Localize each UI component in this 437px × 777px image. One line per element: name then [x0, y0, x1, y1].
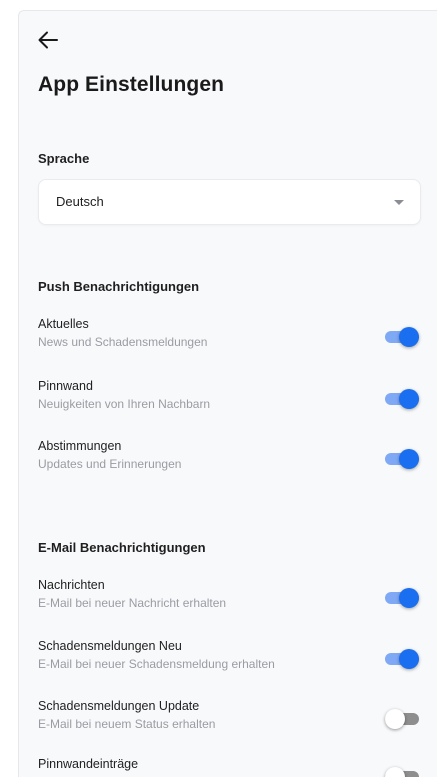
setting-title: Pinnwand: [38, 379, 93, 393]
setting-title: Aktuelles: [38, 317, 89, 331]
language-select-value: Deutsch: [56, 194, 104, 209]
abstimmungen-toggle[interactable]: [385, 449, 419, 469]
settings-screen: App Einstellungen Sprache Deutsch Push B…: [18, 10, 437, 777]
arrow-left-icon: [38, 31, 58, 49]
setting-subtitle: Neuigkeiten von Ihren Nachbarn: [38, 397, 211, 411]
email-section-title: E-Mail Benachrichtigungen: [38, 540, 206, 555]
setting-row-schadensmeldungen-update: Schadensmeldungen Update E-Mail bei neue…: [38, 699, 419, 739]
setting-title: Nachrichten: [38, 578, 105, 592]
setting-title: Schadensmeldungen Update: [38, 699, 200, 713]
setting-row-pinnwand: Pinnwand Neuigkeiten von Ihren Nachbarn: [38, 379, 419, 419]
setting-subtitle: E-Mail bei neuem Status erhalten: [38, 717, 216, 731]
setting-row-aktuelles: Aktuelles News und Schadensmeldungen: [38, 317, 419, 357]
nachrichten-toggle[interactable]: [385, 588, 419, 608]
page-title: App Einstellungen: [38, 73, 225, 96]
setting-row-schadensmeldungen-neu: Schadensmeldungen Neu E-Mail bei neuer S…: [38, 639, 419, 679]
schadensmeldungen-neu-toggle[interactable]: [385, 649, 419, 669]
setting-subtitle: E-Mail bei neuer Schadensmeldung erhalte…: [38, 657, 275, 671]
setting-subtitle: E-Mail bei neuer Nachricht erhalten: [38, 596, 227, 610]
setting-row-nachrichten: Nachrichten E-Mail bei neuer Nachricht e…: [38, 578, 419, 618]
setting-row-pinnwandeintraege: Pinnwandeinträge: [38, 757, 419, 777]
back-button[interactable]: [36, 29, 60, 51]
setting-title: Schadensmeldungen Neu: [38, 639, 182, 653]
setting-subtitle: Updates und Erinnerungen: [38, 457, 182, 471]
schadensmeldungen-update-toggle[interactable]: [385, 709, 419, 729]
aktuelles-toggle[interactable]: [385, 327, 419, 347]
caret-down-icon: [394, 200, 404, 205]
language-select[interactable]: Deutsch: [38, 179, 421, 225]
language-section-title: Sprache: [38, 151, 90, 166]
pinnwand-toggle[interactable]: [385, 389, 419, 409]
setting-title: Abstimmungen: [38, 439, 122, 453]
setting-row-abstimmungen: Abstimmungen Updates und Erinnerungen: [38, 439, 419, 479]
setting-title: Pinnwandeinträge: [38, 757, 139, 771]
setting-subtitle: News und Schadensmeldungen: [38, 335, 208, 349]
push-section-title: Push Benachrichtigungen: [38, 279, 200, 294]
